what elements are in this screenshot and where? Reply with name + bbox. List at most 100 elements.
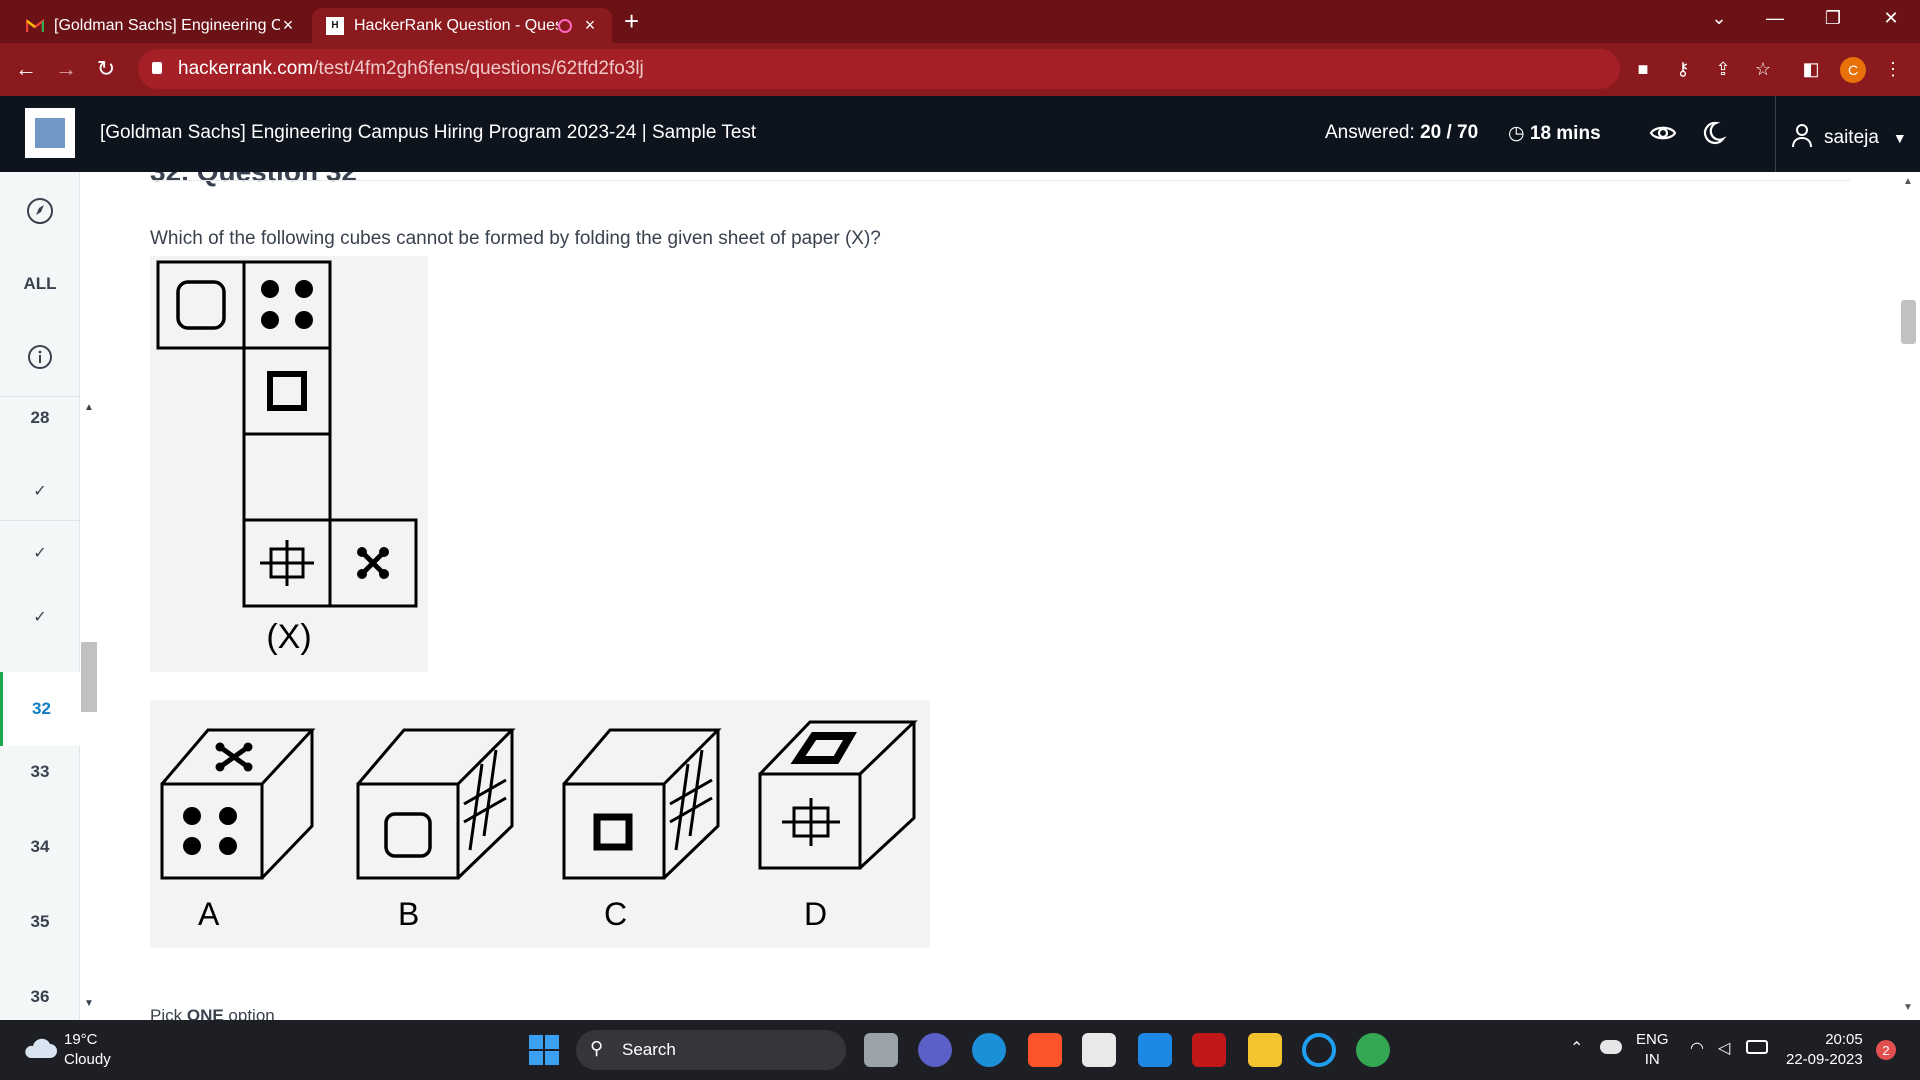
task-view-icon[interactable] bbox=[864, 1033, 898, 1067]
divider bbox=[0, 520, 80, 521]
bookmark-star-icon[interactable]: ☆ bbox=[1750, 56, 1776, 82]
taskbar: 19°C Cloudy ⚲ Search ⌃ ENG IN ◠ ◁ 20:05 … bbox=[0, 1020, 1920, 1080]
teams-icon[interactable] bbox=[918, 1033, 952, 1067]
volume-icon[interactable]: ◁ bbox=[1718, 1038, 1730, 1058]
username: saiteja bbox=[1824, 127, 1879, 148]
side-panel-icon[interactable]: ◧ bbox=[1798, 56, 1824, 82]
chevron-down-icon: ▼ bbox=[1892, 130, 1907, 146]
close-icon[interactable]: × bbox=[280, 15, 296, 36]
cube-b bbox=[356, 728, 516, 880]
tab-title: HackerRank Question - Question bbox=[354, 16, 558, 34]
profile-avatar[interactable]: C bbox=[1840, 57, 1866, 83]
eye-icon[interactable] bbox=[1648, 118, 1678, 148]
scroll-up-arrow[interactable]: ▲ bbox=[1903, 176, 1913, 187]
battery-icon[interactable] bbox=[1746, 1040, 1768, 1054]
key-icon[interactable]: ⚷ bbox=[1670, 56, 1696, 82]
question-36[interactable]: 36 bbox=[0, 977, 80, 1017]
compass-icon[interactable] bbox=[0, 196, 80, 231]
store-icon[interactable] bbox=[1082, 1033, 1116, 1067]
question-panel: 32. Question 32 Which of the following c… bbox=[98, 172, 1898, 1020]
question-30-answered[interactable]: ✓ bbox=[0, 534, 80, 574]
onedrive-icon[interactable] bbox=[1600, 1040, 1622, 1054]
question-32-current[interactable]: 32 bbox=[0, 672, 80, 746]
reload-button[interactable]: ↻ bbox=[90, 53, 122, 85]
option-label-b: B bbox=[398, 896, 420, 932]
tab-hackerrank[interactable]: H HackerRank Question - Question × bbox=[312, 8, 612, 43]
net-figure: (X) bbox=[150, 256, 428, 672]
weather-condition: Cloudy bbox=[64, 1051, 111, 1068]
address-bar[interactable]: hackerrank.com/test/4fm2gh6fens/question… bbox=[138, 49, 1620, 89]
edge-icon[interactable] bbox=[972, 1033, 1006, 1067]
url-text: hackerrank.com/test/4fm2gh6fens/question… bbox=[178, 58, 644, 79]
question-33[interactable]: 33 bbox=[0, 752, 80, 792]
windows-start-icon[interactable] bbox=[528, 1034, 560, 1071]
language-indicator[interactable]: ENG IN bbox=[1636, 1030, 1669, 1070]
wifi-icon[interactable]: ◠ bbox=[1690, 1038, 1704, 1058]
mcafee-icon[interactable] bbox=[1192, 1033, 1226, 1067]
divider bbox=[0, 396, 80, 397]
menu-icon[interactable]: ⋮ bbox=[1880, 56, 1906, 82]
window-close-button[interactable]: ✕ bbox=[1868, 0, 1914, 36]
hackerrank-icon: H bbox=[326, 16, 344, 35]
cube-net-diagram bbox=[156, 260, 418, 608]
filter-all[interactable]: ALL bbox=[0, 274, 80, 294]
weather-widget[interactable]: 19°C Cloudy bbox=[64, 1030, 111, 1070]
file-explorer-icon[interactable] bbox=[1248, 1033, 1282, 1067]
l-app-icon[interactable] bbox=[1138, 1033, 1172, 1067]
option-label-c: C bbox=[604, 896, 628, 932]
clock[interactable]: 20:05 22-09-2023 bbox=[1786, 1030, 1863, 1070]
clock-icon: ◷ bbox=[1508, 123, 1525, 144]
divider bbox=[150, 180, 1850, 181]
scroll-down-arrow[interactable]: ▼ bbox=[84, 998, 94, 1009]
option-label-d: D bbox=[804, 896, 828, 932]
new-tab-button[interactable]: + bbox=[624, 8, 639, 34]
minimize-button[interactable]: — bbox=[1752, 0, 1798, 36]
search-label: Search bbox=[622, 1040, 676, 1059]
back-button[interactable]: ← bbox=[10, 53, 42, 85]
test-header: [Goldman Sachs] Engineering Campus Hirin… bbox=[0, 96, 1920, 172]
brave-icon[interactable] bbox=[1028, 1033, 1062, 1067]
question-28[interactable]: 28 bbox=[0, 398, 80, 438]
temperature: 19°C bbox=[64, 1031, 98, 1048]
user-menu[interactable]: saiteja ▼ bbox=[1790, 122, 1907, 154]
timer: ◷ 18 mins bbox=[1508, 123, 1601, 144]
info-icon[interactable] bbox=[0, 344, 80, 375]
camera-icon[interactable]: ■ bbox=[1630, 56, 1656, 82]
cortana-icon[interactable] bbox=[1302, 1033, 1336, 1067]
close-icon[interactable]: × bbox=[582, 15, 598, 36]
recording-icon bbox=[558, 18, 572, 33]
cube-c bbox=[562, 728, 722, 880]
question-31-answered[interactable]: ✓ bbox=[0, 598, 80, 638]
scroll-down-arrow[interactable]: ▼ bbox=[1903, 1002, 1913, 1013]
header-divider bbox=[1775, 96, 1776, 172]
cloud-icon bbox=[22, 1036, 58, 1065]
gmail-icon bbox=[26, 17, 44, 35]
tab-gmail[interactable]: [Goldman Sachs] Engineering Campus × bbox=[12, 8, 310, 43]
question-navigator: ALL 28 ✓ ✓ ✓ 32 33 34 35 36 ▲ ▼ bbox=[0, 172, 94, 1020]
search-icon: ⚲ bbox=[590, 1038, 604, 1058]
test-title: [Goldman Sachs] Engineering Campus Hirin… bbox=[100, 122, 757, 143]
notification-badge[interactable]: 2 bbox=[1876, 1040, 1896, 1060]
moon-icon[interactable] bbox=[1698, 118, 1728, 148]
question-text: Which of the following cubes cannot be f… bbox=[150, 228, 881, 249]
answered-count: Answered: 20 / 70 bbox=[1325, 122, 1479, 143]
tab-search-icon[interactable]: ⌄ bbox=[1696, 0, 1742, 36]
browser-tab-bar: [Goldman Sachs] Engineering Campus × H H… bbox=[0, 0, 1920, 43]
chrome-icon[interactable] bbox=[1356, 1033, 1390, 1067]
tab-title: [Goldman Sachs] Engineering Campus bbox=[54, 16, 280, 34]
question-35[interactable]: 35 bbox=[0, 902, 80, 942]
chevron-up-icon[interactable]: ⌃ bbox=[1570, 1038, 1583, 1058]
question-34[interactable]: 34 bbox=[0, 827, 80, 867]
taskbar-search[interactable]: ⚲ Search bbox=[576, 1030, 846, 1070]
forward-button[interactable]: → bbox=[50, 53, 82, 85]
cube-d bbox=[758, 720, 918, 870]
pick-instruction: Pick ONE option bbox=[150, 1006, 275, 1020]
question-29-answered[interactable]: ✓ bbox=[0, 472, 80, 512]
figure-label: (X) bbox=[266, 618, 312, 656]
page-scrollbar-thumb[interactable] bbox=[1901, 300, 1916, 344]
scroll-up-arrow[interactable]: ▲ bbox=[84, 402, 94, 413]
share-icon[interactable]: ⇪ bbox=[1710, 56, 1736, 82]
options-figure: A B C D bbox=[150, 700, 930, 948]
navigator-scrollbar[interactable] bbox=[81, 642, 97, 712]
restore-button[interactable]: ❐ bbox=[1810, 0, 1856, 36]
